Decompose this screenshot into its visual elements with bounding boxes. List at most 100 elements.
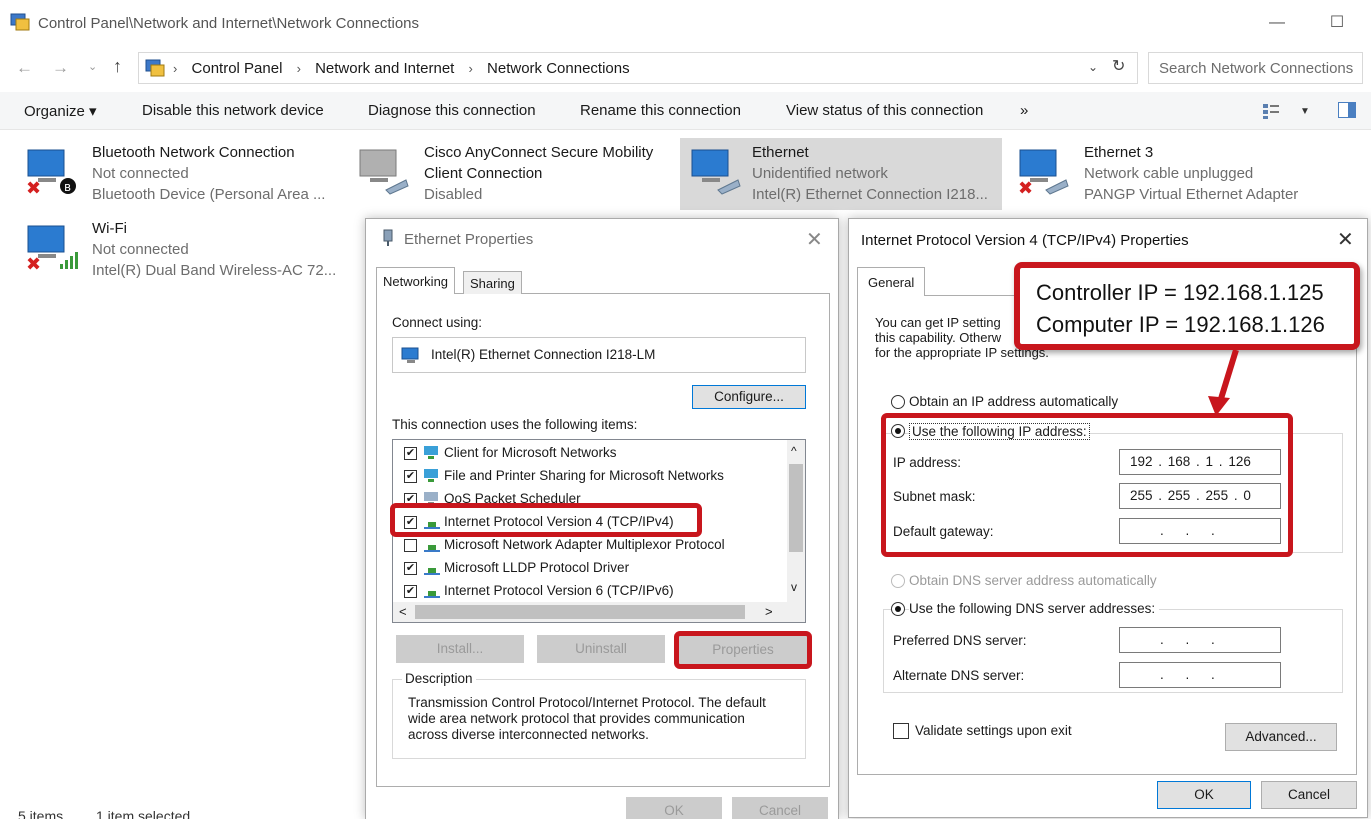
connection-device: Intel(R) Ethernet Connection I218... [752,186,988,203]
organize-button[interactable]: Organize ▾ [24,102,97,120]
status-selected-count: 1 item selected [96,808,191,819]
description-text: Transmission Control Protocol/Internet P… [408,695,766,742]
connection-status: Not connected [92,241,189,258]
install-button[interactable]: Install... [396,635,524,663]
network-adapter-icon: ✖ ʙ [26,149,76,196]
diagnose-button[interactable]: Diagnose this connection [368,102,536,119]
connection-wifi[interactable]: ✖ Wi-Fi Not connected Intel(R) Dual Band… [24,220,354,286]
item-label: Microsoft Network Adapter Multiplexor Pr… [444,537,725,552]
close-button[interactable]: ✕ [1337,227,1354,252]
address-dropdown-button[interactable]: ⌄ [1088,60,1098,74]
ok-button[interactable]: OK [626,797,722,819]
obtain-ip-label[interactable]: Obtain an IP address automatically [909,394,1118,409]
item-label: File and Printer Sharing for Microsoft N… [444,468,724,483]
refresh-button[interactable]: ↻ [1112,56,1125,76]
protocol-icon [424,545,440,552]
validate-label[interactable]: Validate settings upon exit [915,723,1072,738]
alternate-dns-field[interactable]: . . . [1119,662,1281,688]
address-bar[interactable]: › Control Panel › Network and Internet ›… [138,52,1138,84]
rename-button[interactable]: Rename this connection [580,102,741,119]
obtain-dns-label[interactable]: Obtain DNS server address automatically [909,573,1157,588]
back-button[interactable]: ← [16,58,33,78]
ipv4-highlight [390,503,702,537]
network-adapter-icon [359,149,409,195]
uninstall-button[interactable]: Uninstall [537,635,665,663]
preferred-dns-label: Preferred DNS server: [893,633,1027,648]
connection-device: PANGP Virtual Ethernet Adapter [1084,186,1299,203]
chevron-right-icon: › [296,61,301,76]
connection-ethernet[interactable]: Ethernet Unidentified network Intel(R) E… [680,138,1002,210]
scroll-thumb[interactable] [789,464,803,552]
protocol-icon [424,591,440,598]
cancel-button[interactable]: Cancel [1261,781,1357,809]
breadcrumb-network-and-internet[interactable]: Network and Internet [315,60,454,77]
callout-arrow-icon [1208,349,1239,416]
network-adapter-icon [691,149,741,195]
control-panel-icon [10,13,30,31]
maximize-button[interactable]: ☐ [1322,8,1352,38]
scroll-right-icon[interactable]: > [765,604,773,619]
item-checkbox[interactable]: ✔ [404,470,417,483]
item-checkbox[interactable]: ✔ [404,562,417,575]
chevron-right-icon: › [468,61,473,76]
connection-status: Disabled [424,186,483,203]
configure-button[interactable]: Configure... [692,385,806,409]
preview-pane-icon[interactable] [1338,102,1356,118]
ip-callout: Controller IP = 192.168.1.125 Computer I… [1014,262,1360,350]
disable-device-button[interactable]: Disable this network device [142,102,324,119]
tab-general[interactable]: General [857,267,926,296]
cancel-button[interactable]: Cancel [732,797,828,819]
item-checkbox[interactable]: ✔ [404,447,417,460]
vertical-scrollbar[interactable]: ^ v [787,440,805,604]
use-dns-label[interactable]: Use the following DNS server addresses: [909,601,1160,616]
up-button[interactable]: ↑ [113,56,122,77]
ethernet-properties-dialog: Ethernet Properties ✕ Networking Sharing… [365,218,839,819]
recent-locations-button[interactable]: ⌄ [88,60,97,73]
connection-ethernet-3[interactable]: ✖ Ethernet 3 Network cable unplugged PAN… [1016,144,1336,210]
item-label: Internet Protocol Version 6 (TCP/IPv6) [444,583,674,598]
intro-text: this capability. Otherw [875,330,1002,345]
more-commands-button[interactable]: » [1020,102,1028,119]
intro-text: You can get IP setting [875,315,1001,330]
connection-cisco-anyconnect[interactable]: Cisco AnyConnect Secure Mobility Client … [356,144,676,210]
obtain-ip-radio[interactable] [891,395,905,409]
item-checkbox[interactable]: ✔ [404,585,417,598]
minimize-button[interactable]: — [1262,8,1292,38]
connection-name: Ethernet 3 [1084,144,1154,161]
connection-status: Not connected [92,165,189,182]
network-adapter-icon [401,347,419,363]
dialog-title: Ethernet Properties [404,231,534,248]
connection-name: Wi-Fi [92,220,127,237]
use-dns-radio[interactable] [891,602,905,616]
description-label: Description [402,671,476,686]
change-view-icon[interactable] [1262,102,1280,120]
connection-name: Ethernet [752,144,809,161]
forward-button[interactable]: → [52,58,69,78]
scroll-left-icon[interactable]: < [399,604,407,619]
svg-text:✖: ✖ [26,178,41,196]
scroll-down-icon[interactable]: v [791,580,797,594]
view-dropdown-button[interactable]: ▼ [1300,106,1310,117]
advanced-button[interactable]: Advanced... [1225,723,1337,751]
horizontal-scrollbar[interactable]: < > [393,602,805,622]
connect-using-label: Connect using: [392,315,483,330]
search-input[interactable]: Search Network Connections [1148,52,1363,84]
scroll-thumb-h[interactable] [415,605,745,619]
scroll-up-icon[interactable]: ^ [791,444,797,458]
breadcrumb-control-panel[interactable]: Control Panel [192,60,283,77]
connection-bluetooth[interactable]: ✖ ʙ Bluetooth Network Connection Not con… [24,144,344,210]
preferred-dns-field[interactable]: . . . [1119,627,1281,653]
view-status-button[interactable]: View status of this connection [786,102,983,119]
client-icon [424,469,438,482]
validate-checkbox[interactable] [893,723,909,739]
connection-name: Bluetooth Network Connection [92,144,295,161]
close-button[interactable]: ✕ [806,227,823,252]
obtain-dns-radio[interactable] [891,574,905,588]
svg-text:ʙ: ʙ [64,180,71,194]
ok-button[interactable]: OK [1157,781,1251,809]
tab-sharing[interactable]: Sharing [463,271,522,294]
tab-networking[interactable]: Networking [376,267,456,294]
item-checkbox[interactable] [404,539,417,552]
breadcrumb-network-connections[interactable]: Network Connections [487,60,630,77]
search-placeholder: Search Network Connections [1159,60,1354,77]
